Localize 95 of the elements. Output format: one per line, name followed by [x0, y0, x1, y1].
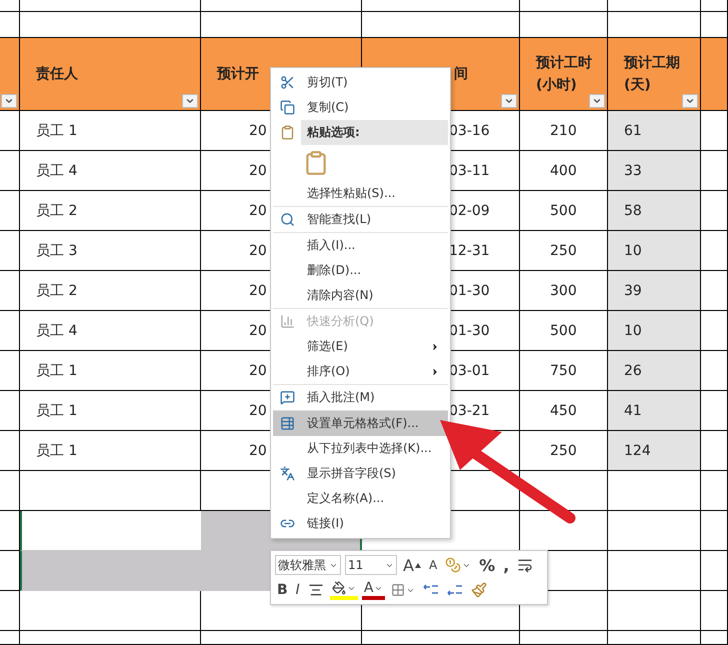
format-button[interactable]: ,	[501, 555, 512, 575]
menu-item[interactable]: 链接(I)	[273, 511, 448, 536]
comment-icon	[280, 390, 294, 405]
search-icon	[280, 212, 294, 227]
grow-font-button[interactable]: A	[401, 555, 423, 575]
align-center-icon	[308, 582, 324, 598]
table-cell: 61	[608, 111, 701, 151]
paint-bucket-icon	[332, 581, 346, 595]
empty-cell	[701, 191, 728, 231]
menu-item[interactable]: 智能查找(L)	[273, 206, 448, 232]
menu-item[interactable]: 插入(I)...	[273, 232, 448, 258]
filter-button[interactable]	[1, 94, 17, 108]
table-cell: 员工 1	[20, 391, 201, 431]
italic-button[interactable]: I	[294, 580, 302, 600]
header-label: 预计工时 (小时)	[536, 54, 592, 95]
empty-cell	[701, 271, 728, 311]
empty-cell	[0, 591, 20, 631]
table-cell: 10	[608, 311, 701, 351]
table-cell: 员工 1	[20, 431, 201, 471]
caret-icon	[592, 96, 602, 106]
empty-cell	[0, 0, 20, 12]
empty-cell	[701, 231, 728, 271]
caret-icon	[685, 96, 695, 106]
table-cell: 124	[608, 431, 701, 471]
font-color-button[interactable]: A	[362, 580, 386, 600]
up-triangle-icon	[414, 562, 421, 568]
empty-cell	[701, 511, 728, 551]
header-label: 间	[454, 64, 468, 84]
menu-section-header: 粘贴选项:	[301, 120, 448, 145]
caret-icon	[504, 96, 514, 106]
empty-cell	[701, 431, 728, 471]
table-cell: 员工 1	[20, 111, 201, 151]
filter-button[interactable]	[501, 94, 517, 108]
table-cell: 员工 1	[20, 351, 201, 391]
table-cell: 员工 3	[20, 231, 201, 271]
table-cell: 58	[608, 191, 701, 231]
empty-cell	[701, 631, 728, 645]
empty-cell	[0, 271, 20, 311]
menu-item[interactable]: 剪切(T)	[273, 70, 448, 95]
table-cell: 41	[608, 391, 701, 431]
menu-item[interactable]: 定义名称(A)...	[273, 486, 448, 511]
header-label: 预计开	[217, 64, 259, 84]
empty-cell	[701, 551, 728, 591]
table-cell: 员工 4	[20, 151, 201, 191]
empty-cell	[0, 631, 20, 645]
menu-item[interactable]: 设置单元格格式(F)...	[273, 410, 448, 436]
empty-cell	[0, 151, 20, 191]
empty-cell	[701, 0, 728, 12]
empty-cell	[0, 351, 20, 391]
table-cell: 10	[608, 231, 701, 271]
chart-icon	[280, 314, 294, 329]
empty-cell	[701, 391, 728, 431]
empty-cell	[701, 591, 728, 631]
shrink-font-button[interactable]: A	[426, 555, 440, 575]
table-cell: 员工 2	[20, 271, 201, 311]
clipboard-icon	[280, 125, 294, 140]
empty-cell	[701, 351, 728, 391]
language-icon	[280, 466, 294, 481]
bold-button[interactable]: B	[275, 580, 290, 600]
header-label: 预计工期 (天)	[624, 54, 680, 95]
caret-icon	[4, 96, 14, 106]
active-cell[interactable]	[22, 511, 201, 550]
coins-icon	[445, 557, 462, 573]
decimal-arrow-icon	[423, 583, 440, 597]
empty-cell	[0, 391, 20, 431]
format-painter-button[interactable]	[469, 580, 490, 600]
empty-cell	[701, 151, 728, 191]
grid-icon	[391, 583, 406, 597]
empty-cell	[0, 231, 20, 271]
caret-icon	[185, 96, 195, 106]
table-cell: 员工 4	[20, 311, 201, 351]
fill-color-button[interactable]	[330, 580, 358, 600]
filter-button[interactable]	[682, 94, 698, 108]
font-size-field[interactable]: 11	[345, 555, 397, 575]
scissors-icon	[280, 75, 294, 90]
table-cell: 33	[608, 151, 701, 191]
empty-cell	[0, 191, 20, 231]
empty-cell	[0, 431, 20, 471]
decimal-arrow-icon	[447, 583, 464, 597]
table-cell: 员工 2	[20, 191, 201, 231]
table-cell: 26	[608, 351, 701, 391]
font-name-field[interactable]: 微软雅黑	[275, 555, 341, 575]
table-icon	[280, 416, 294, 431]
filter-button[interactable]	[589, 94, 605, 108]
copy-icon	[280, 100, 294, 115]
empty-cell	[0, 471, 20, 511]
format-button[interactable]: %	[477, 555, 498, 575]
wrap-text-icon	[517, 557, 534, 573]
empty-cell	[701, 311, 728, 351]
empty-cell	[0, 311, 20, 351]
filter-button[interactable]	[182, 94, 198, 108]
table-cell: 39	[608, 271, 701, 311]
header-label: 责任人	[36, 64, 78, 84]
empty-cell	[701, 471, 728, 511]
paintbrush-icon	[471, 582, 488, 598]
